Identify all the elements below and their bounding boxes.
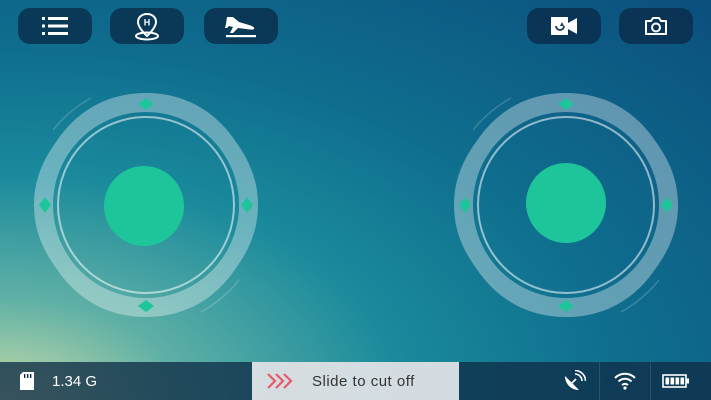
menu-button[interactable] [18, 8, 92, 44]
slider-label: Slide to cut off [312, 372, 415, 390]
wifi-status [599, 362, 650, 400]
right-joystick[interactable] [451, 90, 681, 320]
landing-plane-icon [225, 17, 256, 38]
status-bar: 1.34 G Slide to cut off [0, 362, 711, 400]
sd-card-icon [20, 372, 34, 390]
wifi-icon [614, 372, 636, 390]
chevron-right-icon [267, 373, 293, 389]
satellite-dish-icon [565, 370, 586, 390]
home-point-button[interactable]: H [110, 8, 184, 44]
storage-indicator: 1.34 G [20, 362, 97, 400]
battery-icon [662, 374, 689, 388]
camera-icon [645, 17, 667, 35]
landing-button[interactable] [204, 8, 278, 44]
left-joystick[interactable] [31, 90, 261, 320]
record-video-button[interactable] [527, 8, 601, 44]
joystick-knob[interactable] [104, 166, 184, 246]
joystick-knob[interactable] [526, 163, 606, 243]
slide-to-cut-off[interactable]: Slide to cut off [252, 362, 459, 400]
svg-text:H: H [144, 18, 151, 28]
list-icon [42, 17, 68, 35]
battery-status [650, 362, 701, 400]
home-point-icon: H [135, 12, 159, 41]
video-camera-icon [551, 17, 577, 35]
take-photo-button[interactable] [619, 8, 693, 44]
storage-remaining: 1.34 G [52, 372, 98, 390]
satellite-status [549, 362, 599, 400]
